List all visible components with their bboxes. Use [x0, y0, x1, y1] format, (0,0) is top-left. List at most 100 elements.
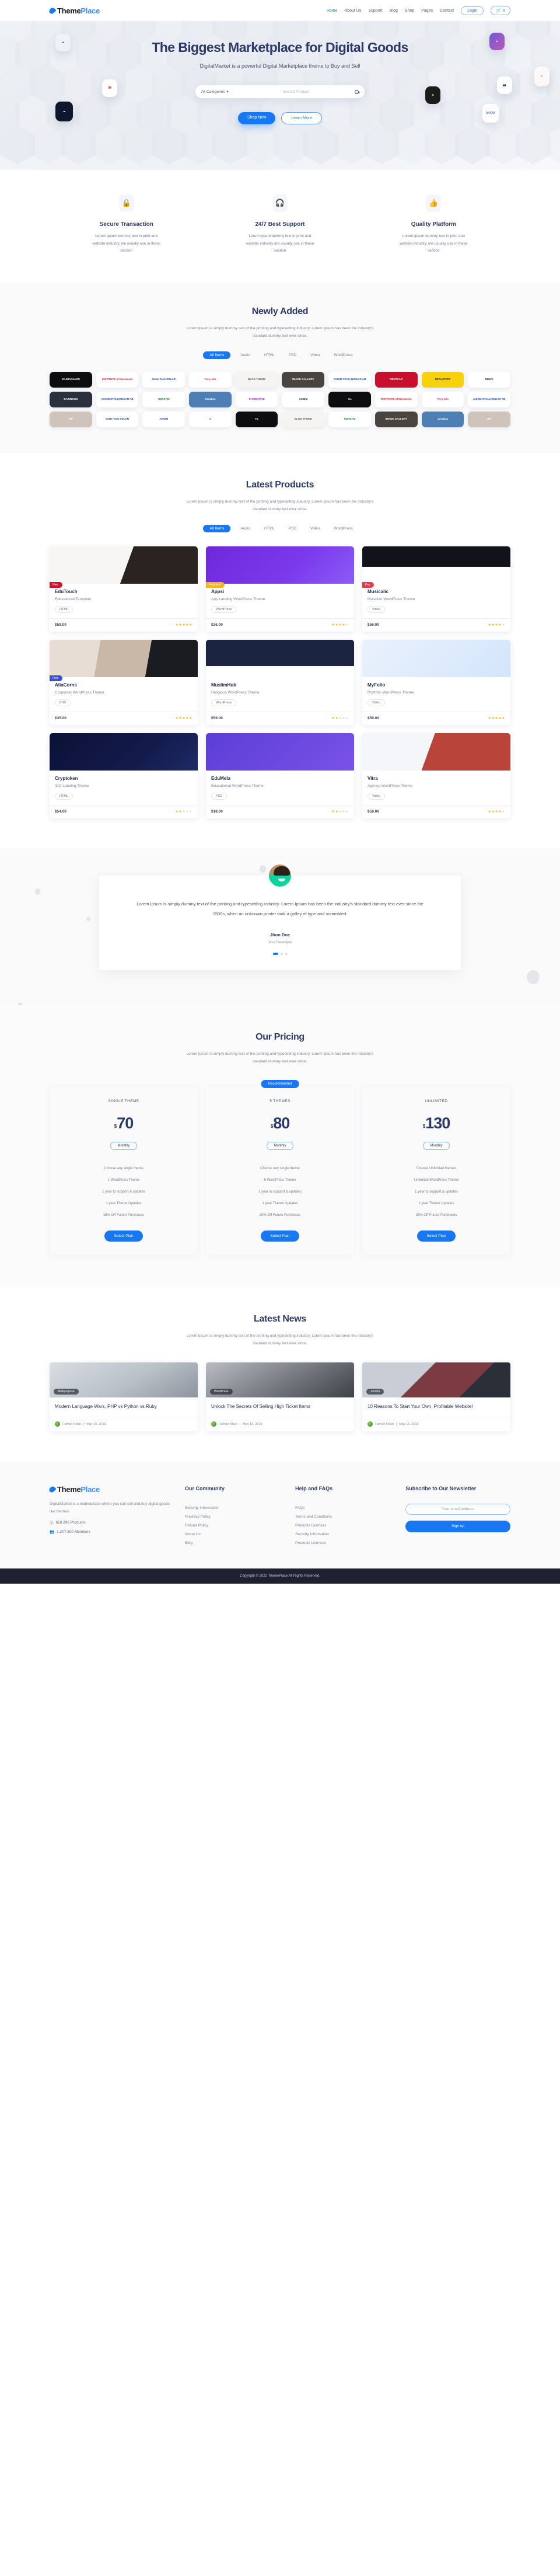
news-card[interactable]: Joomla 10 Reasons To Start Your Own, Prof… [362, 1362, 510, 1432]
product-card[interactable]: Featured Appsi App Landing WordPress Theme… [206, 546, 354, 632]
news-thumbnail[interactable]: Joomla [362, 1362, 510, 1398]
signup-button[interactable]: Sign up [405, 1520, 510, 1532]
footer-link[interactable]: Products Licenses [295, 1539, 395, 1547]
footer-brand-logo[interactable]: Theme Place [48, 1485, 174, 1494]
news-title[interactable]: Unlock The Secrets Of Selling High Ticke… [206, 1397, 354, 1411]
newly-added-item[interactable]: HDREAM [142, 392, 186, 408]
hero-search-bar[interactable]: All Categories ▾ Search Product [195, 85, 365, 98]
newly-added-item[interactable]: WP [50, 412, 92, 428]
float-card-8[interactable]: ◆ [425, 86, 440, 104]
nav-item-about-us[interactable]: About Us [345, 9, 362, 13]
product-tag[interactable]: HTML [55, 793, 73, 800]
product-thumbnail[interactable] [362, 546, 510, 584]
float-card-7[interactable]: ✎ [534, 67, 550, 86]
learn-more-button[interactable]: Learn More [281, 112, 323, 124]
newly-added-item[interactable]: C [189, 412, 232, 428]
tab-all-items[interactable]: All Items [203, 525, 231, 533]
nav-item-contact[interactable]: Contact [440, 9, 454, 13]
newly-added-item[interactable]: AXIOM [282, 392, 325, 408]
billing-cycle[interactable]: Monthly [423, 1142, 450, 1151]
footer-link[interactable]: About Us [185, 1530, 285, 1539]
tab-audio[interactable]: Audio [236, 351, 254, 359]
news-category-badge[interactable]: WordPress [210, 1389, 233, 1395]
billing-cycle[interactable]: Monthly [267, 1142, 293, 1151]
newly-added-item[interactable]: Pony Mia [189, 372, 232, 388]
newly-added-item[interactable]: Pony Mia [421, 392, 464, 408]
newly-added-item[interactable]: IMAGE GALLERY [374, 412, 418, 428]
newly-added-item[interactable]: BLOG THEME [282, 412, 325, 428]
product-card[interactable]: Free AliaCorns Corporate WordPress Theme PS… [50, 640, 198, 726]
nav-item-home[interactable]: Home [327, 9, 338, 13]
billing-cycle[interactable]: Monthly [110, 1142, 137, 1151]
testimonial-dot-3[interactable] [285, 952, 288, 955]
newly-added-item[interactable]: INSTITUTE of Movement [96, 372, 139, 388]
newly-added-item[interactable]: KILIMANJARO [50, 372, 92, 388]
select-plan-button[interactable]: Select Plan [416, 1231, 456, 1242]
product-tag[interactable]: Video [368, 699, 385, 707]
footer-link[interactable]: Security Information [295, 1530, 395, 1539]
news-card[interactable]: Multipurpose Modern Language Wars, PHP vs… [50, 1362, 198, 1432]
nav-item-support[interactable]: Support [368, 9, 383, 13]
news-title[interactable]: 10 Reasons To Start Your Own, Profitable… [362, 1397, 510, 1411]
product-thumbnail[interactable] [206, 546, 354, 584]
product-tag[interactable]: PSD [55, 699, 71, 707]
news-card[interactable]: WordPress Unlock The Secrets Of Selling H… [206, 1362, 354, 1432]
product-tag[interactable]: HTML [55, 606, 73, 614]
newly-added-item[interactable]: Creatica [421, 412, 464, 428]
login-button[interactable]: Login [461, 6, 484, 15]
search-input[interactable]: Search Product [237, 90, 355, 94]
newly-added-item[interactable]: AXIOM STALLNINGAR AB [328, 372, 371, 388]
newly-added-item[interactable]: IMAGE GALLERY [282, 372, 325, 388]
tab-all-items[interactable]: All Items [203, 351, 231, 360]
float-card-4[interactable]: 📷 [497, 76, 512, 94]
footer-link[interactable]: Terms and Conditions [295, 1512, 395, 1521]
news-category-badge[interactable]: Multipurpose [54, 1389, 79, 1395]
product-card[interactable]: MyFolio Portfolio WordPress Theme Video $59… [362, 640, 510, 726]
tab-wordpress[interactable]: WordPress [330, 351, 357, 359]
brand-logo[interactable]: Theme Place [48, 6, 100, 15]
product-thumbnail[interactable] [50, 733, 198, 771]
product-card[interactable]: Pro Musicalic Musician WordPress Theme Vide… [362, 546, 510, 632]
footer-link[interactable]: Security Information [185, 1504, 285, 1512]
newly-added-item[interactable]: Yo. [235, 412, 278, 428]
search-icon[interactable] [355, 89, 359, 94]
newly-added-item[interactable]: AXIOM STALLNINGAR AB [96, 392, 139, 408]
product-thumbnail[interactable] [50, 640, 198, 678]
tab-video[interactable]: Video [306, 525, 324, 532]
news-title[interactable]: Modern Language Wars, PHP vs Python vs R… [50, 1397, 198, 1411]
float-card-2[interactable]: ▲ [489, 33, 505, 50]
newly-added-item[interactable]: RENTCAR [374, 372, 418, 388]
footer-link[interactable]: Priveacy Policy [185, 1512, 285, 1521]
product-thumbnail[interactable] [362, 640, 510, 678]
nav-item-shop[interactable]: Shop [405, 9, 414, 13]
product-thumbnail[interactable] [206, 733, 354, 771]
product-card[interactable]: EduMela Educational WordPress Theme PSD $18… [206, 733, 354, 819]
newly-added-item[interactable]: SoHo Tech SOLAR [96, 412, 139, 428]
newly-added-item[interactable]: INSTITUTE of Movement [374, 392, 418, 408]
tab-audio[interactable]: Audio [236, 525, 254, 532]
newly-added-item[interactable]: AXIOM STALLNINGAR AB [468, 392, 510, 408]
category-select[interactable]: All Categories ▾ [201, 89, 229, 95]
product-tag[interactable]: WordPress [211, 606, 237, 614]
product-tag[interactable]: WordPress [211, 699, 237, 707]
product-thumbnail[interactable] [362, 733, 510, 771]
product-tag[interactable]: PSD [211, 793, 228, 800]
footer-link[interactable]: Refund Policy [185, 1521, 285, 1530]
footer-link[interactable]: FAQs [295, 1504, 395, 1512]
newly-added-item[interactable]: WP [468, 412, 510, 428]
newly-added-item[interactable]: HDREAM [328, 412, 371, 428]
news-category-badge[interactable]: Joomla [366, 1389, 384, 1395]
float-card-5[interactable]: ☁ [55, 102, 73, 121]
newly-added-item[interactable]: AXIOM [142, 412, 186, 428]
newly-added-item[interactable]: SoHo Tech SOLAR [142, 372, 186, 388]
testimonial-dot-1[interactable] [272, 952, 278, 955]
product-thumbnail[interactable] [50, 546, 198, 584]
newly-added-item[interactable]: REALSTATE [421, 372, 464, 388]
float-card-1[interactable]: ⛰ [55, 34, 71, 51]
footer-link[interactable]: Products Licenses [295, 1521, 395, 1530]
newly-added-item[interactable]: BLOG THEME [235, 372, 278, 388]
tab-html[interactable]: HTML [260, 351, 279, 359]
cart-button[interactable]: 🛒 0 [491, 6, 510, 15]
testimonial-dot-2[interactable] [280, 952, 283, 955]
testimonial-pagination[interactable] [134, 952, 426, 955]
